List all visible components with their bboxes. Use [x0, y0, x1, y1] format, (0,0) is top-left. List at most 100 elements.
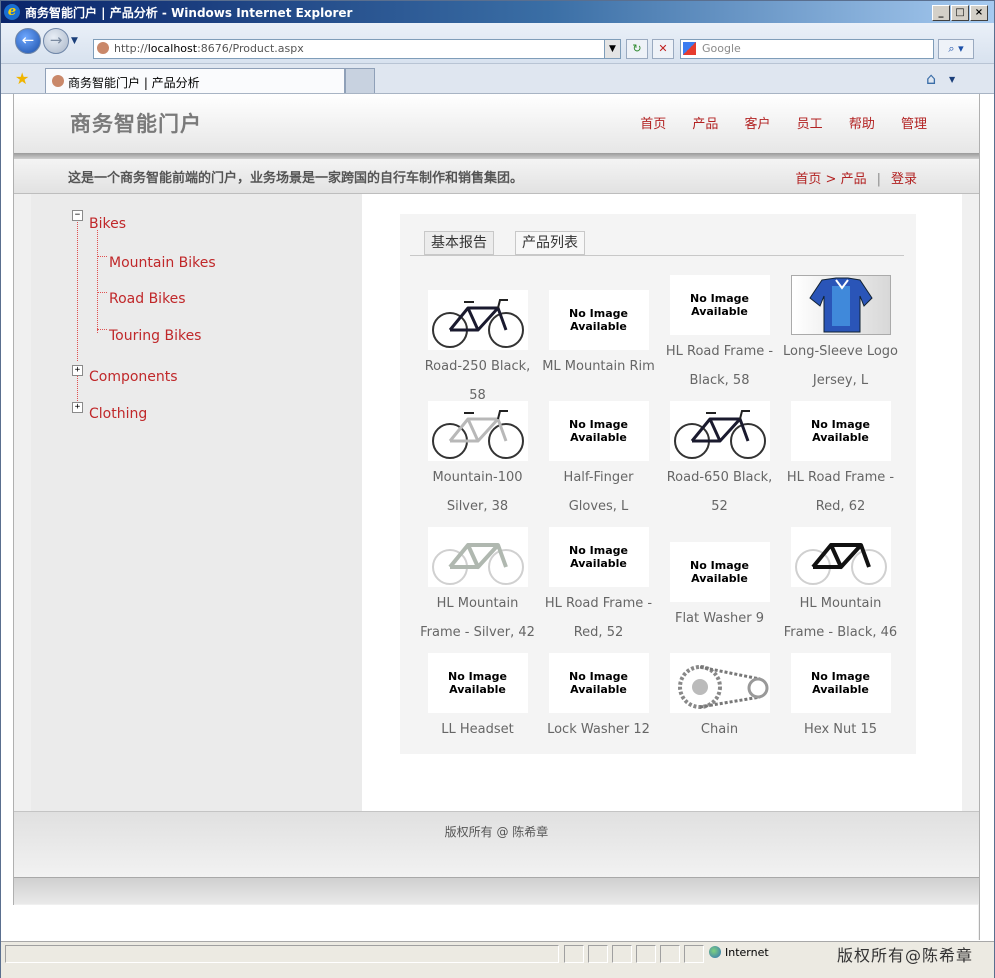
product-name[interactable]: HL Road Frame - Red, 62 [780, 463, 901, 521]
product-name[interactable]: HL Road Frame - Red, 52 [538, 589, 659, 647]
product-item[interactable]: HL Mountain Frame - Silver, 42 [417, 527, 538, 647]
product-item[interactable]: No Image Available LL Headset [417, 653, 538, 744]
stop-button[interactable]: ✕ [652, 39, 674, 59]
tab-basic-report[interactable]: 基本报告 [424, 231, 494, 255]
product-name[interactable]: Mountain-100 Silver, 38 [417, 463, 538, 521]
product-item[interactable]: No Image Available ML Mountain Rim [538, 290, 659, 381]
product-panel: 基本报告 产品列表 Road-250 Black, 58 No Image Avai… [400, 214, 916, 754]
product-name[interactable]: LL Headset [417, 715, 538, 744]
product-name[interactable]: HL Mountain Frame - Silver, 42 [417, 589, 538, 647]
product-item[interactable]: HL Mountain Frame - Black, 46 [780, 527, 901, 647]
product-thumbnail[interactable]: No Image Available [427, 653, 528, 713]
tree-toggle-collapse-icon[interactable]: − [72, 210, 83, 221]
product-name[interactable]: Lock Washer 12 [538, 715, 659, 744]
maximize-button[interactable]: □ [951, 5, 969, 21]
product-item[interactable]: No Image Available Flat Washer 9 [659, 542, 780, 633]
product-thumbnail[interactable]: No Image Available [669, 542, 770, 602]
minimize-button[interactable]: _ [932, 5, 950, 21]
product-thumbnail[interactable]: No Image Available [790, 653, 891, 713]
tree-node-mountain-bikes[interactable]: Mountain Bikes [109, 255, 216, 271]
nav-employees[interactable]: 员工 [797, 117, 823, 132]
product-name[interactable]: HL Road Frame - Black, 58 [659, 337, 780, 395]
tree-node-components[interactable]: Components [89, 369, 178, 385]
status-pane [564, 945, 584, 963]
product-thumbnail[interactable]: No Image Available [548, 401, 649, 461]
product-item[interactable]: Road-650 Black, 52 [659, 401, 780, 521]
tree-connector [77, 215, 78, 361]
recent-pages-dropdown[interactable]: ▼ [71, 36, 78, 46]
product-item[interactable]: Mountain-100 Silver, 38 [417, 401, 538, 521]
tree-node-bikes[interactable]: Bikes [89, 216, 126, 232]
product-item[interactable]: Long-Sleeve Logo Jersey, L [780, 275, 901, 395]
product-thumbnail[interactable]: No Image Available [548, 290, 649, 350]
home-dropdown-icon[interactable]: ▼ [949, 75, 955, 84]
breadcrumb-current: 产品 [840, 172, 867, 187]
product-item[interactable]: No Image Available HL Road Frame - Red, 52 [538, 527, 659, 647]
nav-help[interactable]: 帮助 [849, 117, 875, 132]
refresh-icon: ↻ [632, 42, 642, 55]
product-item[interactable]: No Image Available Half-Finger Gloves, L [538, 401, 659, 521]
product-thumbnail[interactable] [427, 290, 528, 350]
search-input[interactable]: Google [680, 39, 934, 59]
product-name[interactable]: HL Mountain Frame - Black, 46 [780, 589, 901, 647]
product-item[interactable]: Road-250 Black, 58 [417, 290, 538, 410]
page-blank-area [13, 905, 978, 941]
product-thumbnail[interactable] [427, 401, 528, 461]
login-link[interactable]: 登录 [891, 172, 917, 187]
close-button[interactable]: × [970, 5, 988, 21]
tab-product-list[interactable]: 产品列表 [515, 231, 585, 255]
browser-tab[interactable]: 商务智能门户 | 产品分析 [45, 68, 345, 93]
forward-button[interactable]: → [43, 28, 69, 54]
product-name[interactable]: Road-650 Black, 52 [659, 463, 780, 521]
new-tab-button[interactable] [345, 68, 375, 93]
tree-toggle-expand-icon[interactable]: + [72, 365, 83, 376]
product-name[interactable]: Chain [659, 715, 780, 744]
product-thumbnail[interactable]: No Image Available [548, 527, 649, 587]
product-name[interactable]: Flat Washer 9 [659, 604, 780, 633]
product-item[interactable]: No Image Available HL Road Frame - Red, 62 [780, 401, 901, 521]
site-header: 商务智能门户 首页 产品 客户 员工 帮助 管理 [14, 94, 979, 154]
breadcrumb-home[interactable]: 首页 [795, 172, 821, 187]
product-image [431, 543, 524, 585]
back-button[interactable]: ← [15, 28, 41, 54]
refresh-button[interactable]: ↻ [626, 39, 648, 59]
product-item[interactable]: No Image Available Lock Washer 12 [538, 653, 659, 744]
product-name[interactable]: Hex Nut 15 [780, 715, 901, 744]
product-item[interactable]: No Image Available Hex Nut 15 [780, 653, 901, 744]
browser-window: e 商务智能门户 | 产品分析 - Windows Internet Explo… [0, 0, 995, 978]
tree-node-clothing[interactable]: Clothing [89, 406, 147, 422]
home-icon[interactable]: ⌂ [926, 69, 936, 88]
product-thumbnail[interactable] [427, 527, 528, 587]
search-button[interactable]: ⌕ ▾ [938, 39, 974, 59]
product-name[interactable]: Long-Sleeve Logo Jersey, L [780, 337, 901, 395]
product-item[interactable]: No Image Available HL Road Frame - Black, … [659, 275, 780, 395]
nav-products[interactable]: 产品 [692, 117, 718, 132]
product-thumbnail[interactable]: No Image Available [790, 401, 891, 461]
tree-node-road-bikes[interactable]: Road Bikes [109, 291, 186, 307]
nav-customers[interactable]: 客户 [745, 117, 771, 132]
product-name[interactable]: ML Mountain Rim [538, 352, 659, 381]
product-thumbnail[interactable] [669, 401, 770, 461]
search-icon: ⌕ ▾ [948, 42, 964, 55]
breadcrumb-separator: > [821, 172, 841, 187]
address-dropdown-button[interactable]: ▼ [604, 40, 620, 58]
product-thumbnail[interactable]: No Image Available [669, 275, 770, 335]
product-thumbnail[interactable]: No Image Available [548, 653, 649, 713]
nav-admin[interactable]: 管理 [901, 117, 927, 132]
address-input[interactable]: http://localhost:8676/Product.aspx ▼ [93, 39, 621, 59]
product-thumbnail[interactable] [669, 653, 770, 713]
no-image-placeholder: No Image Available [549, 527, 649, 587]
footer-bar [14, 877, 979, 904]
product-item[interactable]: Chain [659, 653, 780, 744]
tree-toggle-expand-icon[interactable]: + [72, 402, 83, 413]
product-thumbnail[interactable] [790, 275, 891, 335]
security-zone[interactable]: Internet [709, 946, 769, 959]
tree-node-touring-bikes[interactable]: Touring Bikes [109, 328, 201, 344]
product-thumbnail[interactable] [790, 527, 891, 587]
no-image-text: No Image Available [569, 418, 628, 444]
no-image-text: No Image Available [811, 670, 870, 696]
nav-home[interactable]: 首页 [640, 117, 666, 132]
favorites-star-icon[interactable]: ★ [15, 69, 29, 88]
site-footer: 版权所有 @ 陈希章 [14, 811, 979, 878]
product-name[interactable]: Half-Finger Gloves, L [538, 463, 659, 521]
